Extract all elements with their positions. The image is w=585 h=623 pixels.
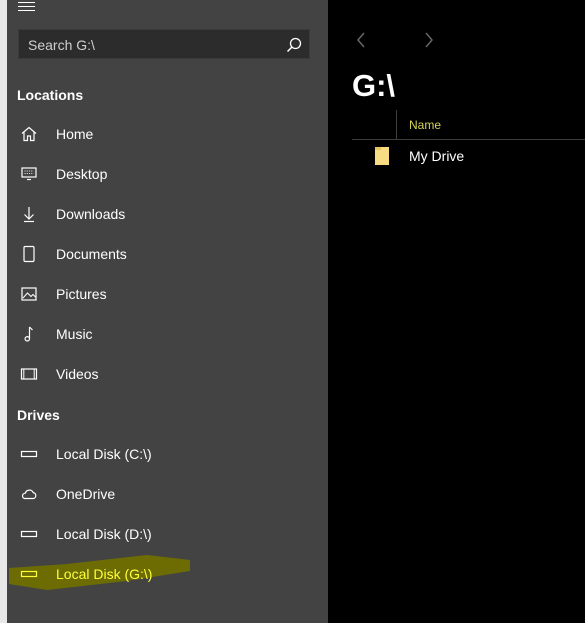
main-content: G:\ Name My Drive bbox=[328, 0, 585, 623]
column-header-name[interactable]: Name bbox=[409, 118, 441, 132]
sidebar-item-label: Music bbox=[56, 326, 93, 342]
sidebar-item-documents[interactable]: Documents bbox=[14, 236, 314, 272]
sidebar-item-local-disk-g[interactable]: Local Disk (G:\) bbox=[14, 556, 314, 592]
sidebar: Search G:\ Locations Home Desktop Downlo… bbox=[7, 0, 328, 623]
search-input[interactable]: Search G:\ bbox=[28, 37, 95, 53]
music-icon bbox=[24, 326, 33, 342]
sidebar-item-label: Local Disk (C:\) bbox=[56, 446, 152, 462]
sidebar-item-local-disk-c[interactable]: Local Disk (C:\) bbox=[14, 436, 314, 472]
column-header-row: Name bbox=[352, 110, 585, 140]
video-icon bbox=[20, 368, 38, 380]
search-box[interactable]: Search G:\ bbox=[18, 29, 310, 59]
sidebar-item-local-disk-d[interactable]: Local Disk (D:\) bbox=[14, 516, 314, 552]
sidebar-item-downloads[interactable]: Downloads bbox=[14, 196, 314, 232]
folder-icon bbox=[375, 147, 389, 165]
locations-header: Locations bbox=[17, 87, 84, 103]
back-arrow-icon[interactable] bbox=[353, 30, 369, 50]
document-icon bbox=[23, 245, 35, 263]
sidebar-item-label: OneDrive bbox=[56, 486, 116, 502]
sidebar-item-label: Documents bbox=[56, 246, 127, 262]
column-divider[interactable] bbox=[396, 110, 397, 139]
file-name: My Drive bbox=[409, 148, 465, 164]
cloud-icon bbox=[21, 489, 37, 500]
sidebar-item-label: Pictures bbox=[56, 286, 107, 302]
drive-icon bbox=[20, 450, 38, 458]
hamburger-menu-icon[interactable] bbox=[18, 0, 38, 14]
drive-icon bbox=[20, 570, 38, 578]
sidebar-item-label: Home bbox=[56, 126, 94, 142]
sidebar-item-pictures[interactable]: Pictures bbox=[14, 276, 314, 312]
picture-icon bbox=[21, 287, 37, 301]
list-item[interactable]: My Drive bbox=[352, 140, 585, 172]
sidebar-item-label: Local Disk (D:\) bbox=[56, 526, 152, 542]
desktop-icon bbox=[21, 167, 37, 181]
sidebar-item-music[interactable]: Music bbox=[14, 316, 314, 352]
sidebar-item-videos[interactable]: Videos bbox=[14, 356, 314, 392]
sidebar-item-label: Videos bbox=[56, 366, 99, 382]
download-icon bbox=[24, 207, 34, 223]
search-icon[interactable] bbox=[286, 37, 302, 53]
window-left-edge bbox=[0, 0, 7, 623]
drive-icon bbox=[20, 530, 38, 538]
sidebar-item-label: Downloads bbox=[56, 206, 126, 222]
sidebar-item-label: Local Disk (G:\) bbox=[56, 566, 153, 582]
home-icon bbox=[21, 126, 37, 142]
sidebar-item-onedrive[interactable]: OneDrive bbox=[14, 476, 314, 512]
sidebar-item-desktop[interactable]: Desktop bbox=[14, 156, 314, 192]
drives-header: Drives bbox=[17, 407, 60, 423]
sidebar-item-home[interactable]: Home bbox=[14, 116, 314, 152]
sidebar-item-label: Desktop bbox=[56, 166, 108, 182]
page-title: G:\ bbox=[352, 68, 396, 103]
forward-arrow-icon[interactable] bbox=[421, 30, 437, 50]
